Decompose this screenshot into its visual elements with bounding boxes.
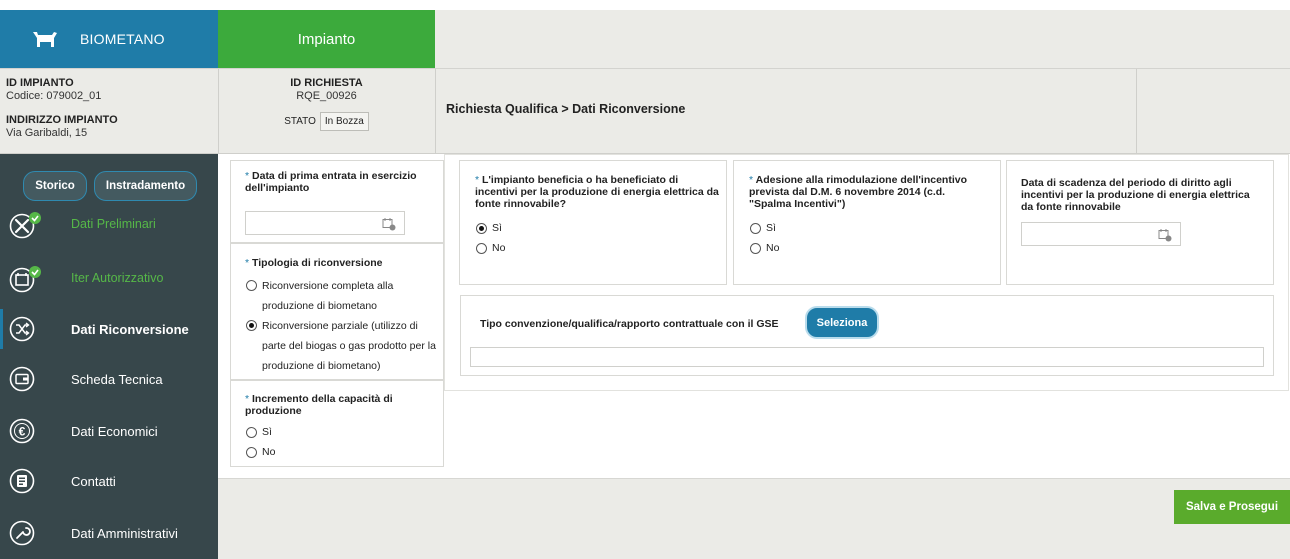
indirizzo-value: Via Garibaldi, 15 xyxy=(6,127,88,139)
storico-button[interactable]: Storico xyxy=(23,171,87,201)
id-richiesta-label: ID RICHIESTA xyxy=(290,77,363,89)
sidebar-item-contatti[interactable]: Contatti xyxy=(0,461,218,501)
svg-text:€: € xyxy=(19,425,26,439)
euro-icon: € xyxy=(9,418,35,444)
scadenza-label: Data di scadenza del periodo di diritto … xyxy=(1021,177,1250,213)
seleziona-button[interactable]: Seleziona xyxy=(805,306,879,339)
radio-incentivi-no[interactable]: No xyxy=(476,242,505,254)
tab-impianto[interactable]: Impianto xyxy=(218,10,435,68)
radio-spalma-no[interactable]: No xyxy=(750,242,779,254)
radio-button[interactable] xyxy=(246,447,257,458)
option-label: No xyxy=(492,242,506,254)
radio-riconversione-completa[interactable]: Riconversione completa alla produzione d… xyxy=(246,276,436,316)
sidebar-item-label: Contatti xyxy=(71,473,116,489)
convenzione-label: Tipo convenzione/qualifica/rapporto cont… xyxy=(480,318,779,330)
info-divider xyxy=(1136,69,1137,154)
id-impianto-label: ID IMPIANTO xyxy=(6,77,74,89)
calendar-icon xyxy=(9,265,41,293)
radio-button[interactable] xyxy=(750,223,761,234)
option-label: Sì xyxy=(766,222,776,234)
radio-button-selected[interactable] xyxy=(476,223,487,234)
instradamento-button[interactable]: Instradamento xyxy=(94,171,197,201)
wrench-icon xyxy=(9,520,35,546)
status-badge: In Bozza xyxy=(319,112,369,131)
radio-incentivi-si[interactable]: Sì xyxy=(476,222,502,234)
stato-row: STATO In Bozza xyxy=(218,112,435,131)
option-label: Riconversione parziale (utilizzo di part… xyxy=(262,320,436,372)
incentivi-label: * L'impianto beneficia o ha beneficiato … xyxy=(475,174,719,210)
radio-button-selected[interactable] xyxy=(246,320,257,331)
footer-bar xyxy=(218,478,1290,559)
tools-icon xyxy=(9,211,41,239)
sidebar-item-label: Iter Autorizzativo xyxy=(71,271,164,285)
breadcrumb: Richiesta Qualifica > Dati Riconversione xyxy=(446,102,686,116)
calendar-picker-icon[interactable] xyxy=(1158,228,1172,242)
sidebar-item-label: Scheda Tecnica xyxy=(71,371,163,387)
richiesta-info: ID RICHIESTA RQE_00926 STATO In Bozza xyxy=(218,77,435,131)
radio-button[interactable] xyxy=(246,280,257,291)
sidebar-item-label: Dati Amministrativi xyxy=(71,525,178,541)
sidebar: Storico Instradamento Dati Preliminari I… xyxy=(0,154,218,559)
stato-label: STATO xyxy=(284,116,316,127)
tipologia-label: * Tipologia di riconversione xyxy=(245,257,383,269)
save-and-continue-button[interactable]: Salva e Prosegui xyxy=(1174,490,1290,524)
sidebar-item-dati-economici[interactable]: € Dati Economici xyxy=(0,411,218,451)
panel-spalma-incentivi: * Adesione alla rimodulazione dell'incen… xyxy=(733,160,1001,285)
top-strip xyxy=(0,0,1290,10)
sidebar-item-scheda-tecnica[interactable]: Scheda Tecnica xyxy=(0,359,218,399)
sidebar-item-dati-amministrativi[interactable]: Dati Amministrativi xyxy=(0,513,218,553)
brand-label: BIOMETANO xyxy=(80,31,165,47)
data-prima-entrata-label: * Data di prima entrata in esercizio del… xyxy=(245,170,417,194)
option-label: No xyxy=(766,242,780,254)
header-background xyxy=(435,10,1290,68)
radio-riconversione-parziale[interactable]: Riconversione parziale (utilizzo di part… xyxy=(246,316,436,376)
spalma-label: * Adesione alla rimodulazione dell'incen… xyxy=(749,174,967,210)
option-label: No xyxy=(262,446,276,458)
sidebar-item-label: Dati Economici xyxy=(71,423,158,439)
shuffle-icon xyxy=(9,316,35,342)
option-label: Sì xyxy=(262,426,272,438)
cow-icon xyxy=(32,28,58,50)
data-prima-entrata-input[interactable] xyxy=(245,211,405,235)
calendar-picker-icon[interactable] xyxy=(382,217,396,231)
brand-header[interactable]: BIOMETANO xyxy=(0,10,218,68)
panel-data-scadenza: Data di scadenza del periodo di diritto … xyxy=(1006,160,1274,285)
info-bar: ID IMPIANTO Codice: 079002_01 INDIRIZZO … xyxy=(0,68,1290,154)
option-label: Riconversione completa alla produzione d… xyxy=(262,280,394,312)
radio-incremento-no[interactable]: No xyxy=(246,446,275,458)
radio-spalma-si[interactable]: Sì xyxy=(750,222,776,234)
sidebar-item-dati-preliminari[interactable]: Dati Preliminari xyxy=(0,204,218,244)
panel-data-prima-entrata: * Data di prima entrata in esercizio del… xyxy=(230,160,444,243)
panel-incentivi: * L'impianto beneficia o ha beneficiato … xyxy=(459,160,727,285)
id-impianto-value: Codice: 079002_01 xyxy=(6,90,102,102)
option-label: Sì xyxy=(492,222,502,234)
radio-button[interactable] xyxy=(246,427,257,438)
indirizzo-label: INDIRIZZO IMPIANTO xyxy=(6,114,118,126)
panel-incremento: * Incremento della capacità di produzion… xyxy=(230,380,444,467)
contacts-icon xyxy=(9,468,35,494)
sidebar-item-label: Dati Riconversione xyxy=(71,321,189,337)
sidebar-item-label: Dati Preliminari xyxy=(71,217,156,231)
id-richiesta-value: RQE_00926 xyxy=(296,90,357,102)
radio-incremento-si[interactable]: Sì xyxy=(246,426,272,438)
wallet-icon xyxy=(9,366,35,392)
data-scadenza-input[interactable] xyxy=(1021,222,1181,246)
sidebar-item-iter-autorizzativo[interactable]: Iter Autorizzativo xyxy=(0,258,218,298)
info-divider xyxy=(435,69,436,154)
radio-button[interactable] xyxy=(476,243,487,254)
impianto-info: ID IMPIANTO Codice: 079002_01 INDIRIZZO … xyxy=(6,77,216,139)
panel-tipologia: * Tipologia di riconversione Riconversio… xyxy=(230,243,444,380)
radio-button[interactable] xyxy=(750,243,761,254)
sidebar-item-dati-riconversione[interactable]: Dati Riconversione xyxy=(0,309,218,349)
incremento-label: * Incremento della capacità di produzion… xyxy=(245,393,393,417)
convenzione-input[interactable] xyxy=(470,347,1264,367)
